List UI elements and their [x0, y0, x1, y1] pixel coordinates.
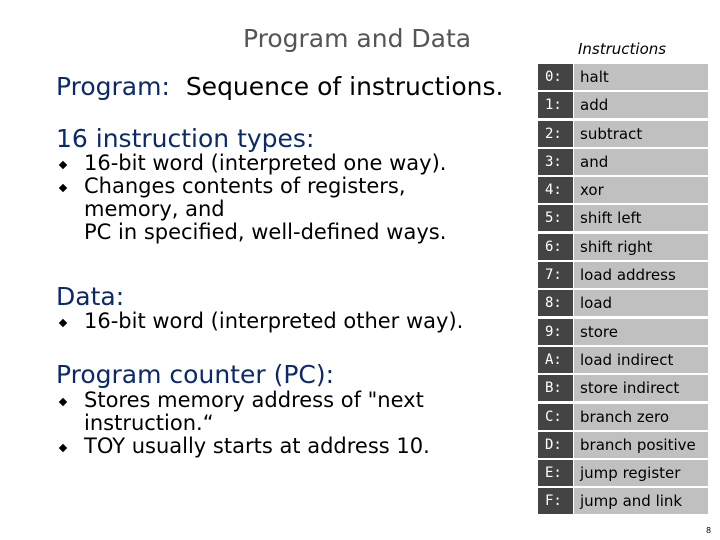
table-row: 5: shift left — [538, 205, 708, 232]
table-row: 7: load address — [538, 262, 708, 289]
table-row: E: jump register — [538, 460, 708, 487]
table-row: D: branch positive — [538, 431, 708, 458]
bullet-icon — [58, 318, 68, 328]
list-item-continuation: memory, and — [84, 197, 225, 221]
instruction-name-cell: load — [574, 290, 708, 317]
table-row: 3: and — [538, 148, 708, 175]
program-heading: Program: — [56, 72, 170, 101]
program-text: Sequence of instructions. — [185, 72, 504, 101]
opcode-cell: 7: — [538, 262, 573, 289]
instruction-name-cell: and — [574, 148, 708, 175]
instruction-name-cell: load indirect — [574, 346, 708, 373]
types-list: 16-bit word (interpreted one way). Chang… — [56, 152, 446, 244]
program-line: Program: Sequence of instructions. — [56, 72, 503, 101]
opcode-cell: B: — [538, 375, 573, 402]
instruction-name-cell: add — [574, 92, 708, 119]
table-row: 0: halt — [538, 64, 708, 90]
instruction-name-cell: halt — [574, 64, 708, 90]
opcode-cell: 8: — [538, 290, 573, 317]
opcode-cell: F: — [538, 488, 573, 515]
table-row: 8: load — [538, 290, 708, 317]
instruction-name-cell: subtract — [574, 120, 708, 147]
opcode-cell: 9: — [538, 318, 573, 345]
list-item-continuation: PC in specified, well-defined ways. — [84, 220, 447, 244]
list-item: 16-bit word (interpreted other way). — [56, 310, 463, 333]
instruction-name-cell: branch zero — [574, 403, 708, 430]
instruction-name-cell: shift right — [574, 233, 708, 260]
list-item: Stores memory address of "next — [56, 389, 430, 412]
table-row: 6: shift right — [538, 233, 708, 260]
table-row: 1: add — [538, 92, 708, 119]
list-item-continuation: instruction.“ — [84, 411, 214, 435]
opcode-cell: 6: — [538, 233, 573, 260]
instruction-name-cell: store — [574, 318, 708, 345]
list-item: TOY usually starts at address 10. — [56, 435, 430, 458]
data-heading: Data: — [56, 282, 125, 311]
table-row: A: load indirect — [538, 346, 708, 373]
opcode-cell: 4: — [538, 177, 573, 204]
instruction-name-cell: jump register — [574, 460, 708, 487]
pc-list: Stores memory address of "next instructi… — [56, 389, 430, 458]
bullet-icon — [58, 443, 68, 453]
instruction-name-cell: branch positive — [574, 431, 708, 458]
table-row: B: store indirect — [538, 375, 708, 402]
instruction-name-cell: load address — [574, 262, 708, 289]
instruction-name-cell: jump and link — [574, 488, 708, 515]
instructions-table: 0: halt 1: add 2: subtract 3: and 4: xor 5: shift l… — [538, 64, 708, 517]
opcode-cell: 3: — [538, 148, 573, 175]
table-row: 4: xor — [538, 177, 708, 204]
list-item: 16-bit word (interpreted one way). — [56, 152, 446, 175]
bullet-icon — [58, 183, 68, 193]
table-row: 9: store — [538, 318, 708, 345]
page-number: 8 — [706, 526, 712, 535]
opcode-cell: 0: — [538, 64, 573, 90]
table-row: C: branch zero — [538, 403, 708, 430]
list-item: Changes contents of registers, — [56, 175, 446, 198]
instructions-heading: Instructions — [578, 40, 667, 58]
bullet-icon — [58, 160, 68, 170]
table-row: F: jump and link — [538, 488, 708, 515]
pc-heading: Program counter (PC): — [56, 360, 335, 389]
opcode-cell: D: — [538, 431, 573, 458]
types-heading: 16 instruction types: — [56, 124, 315, 153]
opcode-cell: E: — [538, 460, 573, 487]
bullet-icon — [58, 397, 68, 407]
opcode-cell: 1: — [538, 92, 573, 119]
data-list: 16-bit word (interpreted other way). — [56, 310, 463, 333]
table-row: 2: subtract — [538, 120, 708, 147]
opcode-cell: A: — [538, 346, 573, 373]
instruction-name-cell: shift left — [574, 205, 708, 232]
opcode-cell: 2: — [538, 120, 573, 147]
opcode-cell: C: — [538, 403, 573, 430]
instruction-name-cell: xor — [574, 177, 708, 204]
instruction-name-cell: store indirect — [574, 375, 708, 402]
opcode-cell: 5: — [538, 205, 573, 232]
